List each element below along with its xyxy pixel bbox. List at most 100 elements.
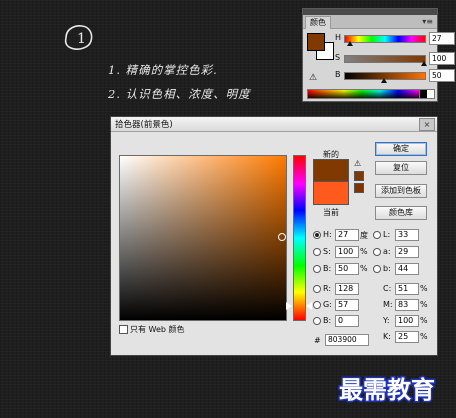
radio-r[interactable] — [313, 285, 321, 293]
hex-label: # — [314, 336, 321, 345]
slider-thumb-b[interactable] — [381, 78, 387, 83]
hue-slider-arrow-left-icon[interactable] — [286, 302, 292, 310]
slider-label-h: H — [335, 33, 342, 42]
reset-button[interactable]: 复位 — [375, 161, 427, 175]
field-label-y: Y: — [383, 316, 390, 325]
current-color-swatch[interactable] — [313, 181, 349, 205]
color-field-cursor[interactable] — [278, 233, 286, 241]
step-number: 1 — [77, 31, 86, 47]
field-row-a: a: 29 — [373, 246, 431, 258]
radio-s[interactable] — [313, 248, 321, 256]
field-input-h[interactable]: 27 — [335, 229, 359, 241]
field-input-s[interactable]: 100 — [335, 246, 359, 258]
field-input-k[interactable]: 25 — [395, 331, 419, 343]
field-row-r: R: 128 — [313, 283, 373, 295]
add-to-swatches-button[interactable]: 添加到色板 — [375, 184, 427, 198]
slider-track-s[interactable] — [344, 55, 426, 63]
field-label-l: L: — [383, 230, 391, 239]
watermark-logo: 最需教育 — [338, 374, 437, 406]
panel-tab-bar: 颜色 ▾≡ — [303, 15, 437, 29]
fg-bg-swatches — [307, 33, 335, 60]
foreground-color-swatch[interactable] — [307, 33, 325, 51]
slider-value-s[interactable]: 100 — [429, 52, 455, 65]
field-input-m[interactable]: 83 — [395, 299, 419, 311]
black-white-swatch[interactable] — [419, 89, 435, 99]
radio-g[interactable] — [313, 301, 321, 309]
watermark-text: 最需教育 — [339, 375, 435, 404]
step-number-badge: 1 — [64, 25, 93, 50]
field-unit-c: % — [420, 284, 428, 293]
slider-value-b[interactable]: 50 — [429, 69, 455, 82]
only-web-colors-checkbox[interactable] — [119, 325, 128, 334]
field-row-lab-b: b: 44 — [373, 263, 431, 275]
slider-thumb-h[interactable] — [347, 41, 353, 46]
field-label-s: S: — [323, 247, 331, 256]
note-line-1: 1. 精确的掌控色彩. — [108, 63, 218, 77]
field-input-c[interactable]: 51 — [395, 283, 419, 295]
field-row-bright: B: 50 % — [313, 263, 373, 275]
field-label-c: C: — [383, 284, 392, 293]
field-unit-y: % — [420, 316, 428, 325]
field-row-y: Y: 100 % — [383, 315, 431, 327]
field-label-a: a: — [383, 247, 391, 256]
only-web-colors-label: 只有 Web 颜色 — [130, 325, 185, 334]
field-label-r: R: — [323, 284, 332, 293]
field-label-g: G: — [323, 300, 332, 309]
field-input-g[interactable]: 57 — [335, 299, 359, 311]
field-row-l: L: 33 — [373, 229, 431, 241]
color-libraries-button[interactable]: 颜色库 — [375, 206, 427, 220]
radio-blue[interactable] — [313, 317, 321, 325]
hex-input[interactable]: 803900 — [325, 334, 369, 346]
slider-value-h[interactable]: 27 — [429, 32, 455, 45]
dialog-titlebar: 拾色器(前景色) × — [111, 117, 437, 132]
hue-slider-arrow-right-icon[interactable] — [306, 302, 312, 310]
slider-track-h[interactable] — [344, 35, 426, 43]
field-input-a[interactable]: 29 — [395, 246, 419, 258]
field-input-y[interactable]: 100 — [395, 315, 419, 327]
tab-color[interactable]: 颜色 — [305, 16, 331, 29]
field-unit-m: % — [420, 300, 428, 309]
color-field[interactable] — [119, 155, 287, 321]
radio-l[interactable] — [373, 231, 381, 239]
radio-a[interactable] — [373, 248, 381, 256]
field-row-k: K: 25 % — [383, 331, 431, 343]
field-label-blue: B: — [323, 316, 332, 325]
field-unit-h: 度 — [360, 231, 368, 240]
gamut-warning-icon[interactable]: ⚠ — [309, 73, 317, 83]
color-spectrum-bar[interactable] — [307, 89, 435, 99]
field-row-c: C: 51 % — [383, 283, 431, 295]
note-line-2: 2. 认识色相、浓度、明度 — [108, 87, 251, 101]
slider-label-s: S — [335, 53, 341, 62]
slider-thumb-s[interactable] — [421, 61, 427, 66]
field-label-m: M: — [383, 300, 393, 309]
web-safe-color-swatch[interactable] — [354, 183, 364, 193]
ok-button[interactable]: 确定 — [375, 142, 427, 156]
field-label-k: K: — [383, 332, 391, 341]
close-button[interactable]: × — [419, 118, 435, 131]
field-row-blue: B: 0 — [313, 315, 373, 327]
slider-label-b: B — [335, 70, 341, 79]
radio-h[interactable] — [313, 231, 321, 239]
color-picker-dialog: 拾色器(前景色) × 新的 当前 ⚠ 确定 复位 添加到色板 颜色库 H: 27… — [110, 116, 438, 356]
field-input-bright[interactable]: 50 — [335, 263, 359, 275]
field-unit-s: % — [360, 247, 368, 256]
field-input-r[interactable]: 128 — [335, 283, 359, 295]
panel-menu-icon[interactable]: ▾≡ — [422, 17, 433, 26]
slider-row-h: H 27 ° — [335, 32, 455, 46]
field-label-h: H: — [323, 230, 332, 239]
out-of-gamut-warning-icon[interactable]: ⚠ — [354, 159, 361, 168]
new-color-swatch — [313, 159, 349, 182]
radio-bright[interactable] — [313, 265, 321, 273]
slider-row-b: B 50 % — [335, 69, 455, 83]
gamut-color-swatch[interactable] — [354, 171, 364, 181]
field-unit-k: % — [420, 332, 428, 341]
field-row-h: H: 27 度 — [313, 229, 373, 241]
radio-lab-b[interactable] — [373, 265, 381, 273]
field-label-bright: B: — [323, 264, 332, 273]
field-input-lab-b[interactable]: 44 — [395, 263, 419, 275]
field-row-m: M: 83 % — [383, 299, 431, 311]
field-row-s: S: 100 % — [313, 246, 373, 258]
hue-slider[interactable] — [293, 155, 306, 321]
field-input-blue[interactable]: 0 — [335, 315, 359, 327]
field-input-l[interactable]: 33 — [395, 229, 419, 241]
